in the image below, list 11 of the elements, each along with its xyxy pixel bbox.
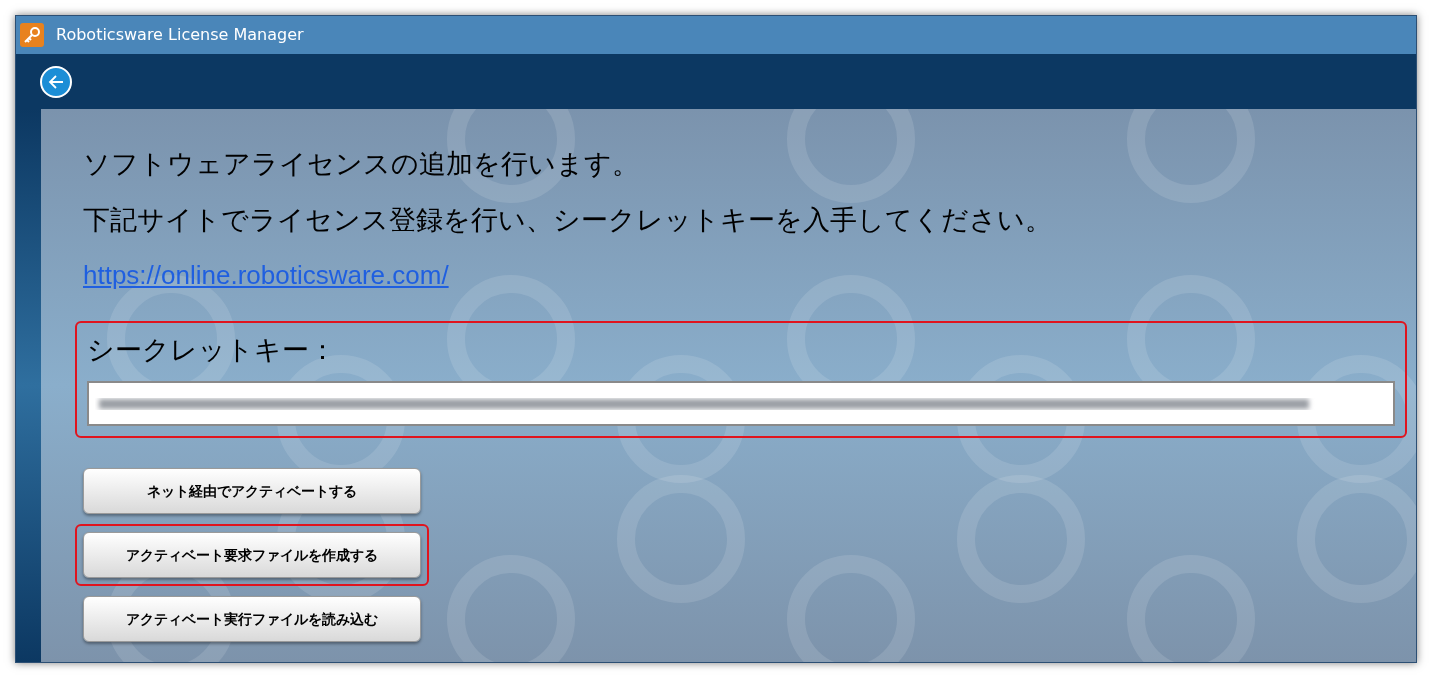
instruction-text: ソフトウェアライセンスの追加を行います。 (83, 147, 640, 181)
action-button[interactable]: アクティベート要求ファイルを作成する (83, 532, 421, 578)
window-title: Roboticsware License Manager (56, 24, 304, 46)
action-button[interactable]: アクティベート実行ファイルを読み込む (83, 596, 421, 642)
instruction-text: 下記サイトでライセンス登録を行い、シークレットキーを入手してください。 (83, 203, 1053, 237)
secret-key-label: シークレットキー： (87, 333, 337, 367)
secret-key-field[interactable] (87, 381, 1395, 426)
back-button[interactable] (40, 65, 72, 98)
key-icon (20, 23, 44, 47)
action-button[interactable]: ネット経由でアクティベートする (83, 468, 421, 514)
back-arrow-icon (47, 72, 65, 91)
